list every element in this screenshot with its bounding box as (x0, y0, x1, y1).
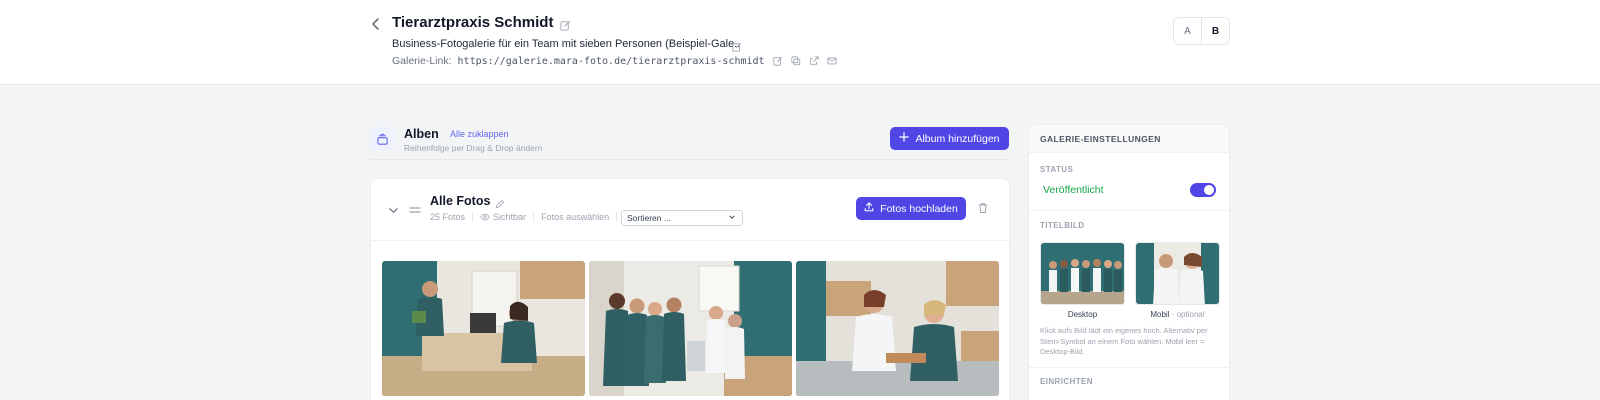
cover-desktop-thumbnail[interactable] (1040, 242, 1125, 305)
cover-mobile-thumbnail[interactable] (1135, 242, 1220, 305)
mail-link-icon[interactable] (826, 56, 837, 66)
drag-handle-icon[interactable] (409, 203, 421, 215)
album-meta: 25 Fotos Sichtbar Fotos auswählen (430, 212, 624, 222)
cover-mobile-optional: · optional (1171, 310, 1205, 319)
copy-link-icon[interactable] (790, 56, 801, 66)
upload-photos-button[interactable]: Fotos hochladen (856, 197, 966, 220)
gallery-settings-panel: GALERIE-EINSTELLUNGEN STATUS Veröffentli… (1028, 124, 1230, 400)
gallery-link-row: Galerie-Link: https://galerie.mara-foto.… (392, 55, 837, 67)
cover-mobile-label: Mobil (1150, 310, 1170, 319)
plus-icon (899, 132, 910, 145)
ab-version-toggle: A B (1173, 17, 1230, 45)
back-arrow-icon[interactable] (368, 16, 384, 32)
edit-album-name-icon[interactable] (495, 196, 505, 209)
publish-toggle[interactable] (1190, 183, 1216, 197)
gallery-link-url[interactable]: https://galerie.mara-foto.de/tierarztpra… (458, 56, 765, 67)
edit-subtitle-icon[interactable] (732, 39, 742, 52)
photo-thumbnail[interactable] (589, 261, 792, 396)
photo-grid (382, 261, 999, 396)
chevron-down-icon[interactable] (388, 203, 399, 214)
visibility-toggle[interactable]: Sichtbar (493, 212, 526, 222)
trash-icon[interactable] (977, 201, 989, 213)
photo-count: 25 Fotos (430, 212, 466, 222)
status-label: STATUS (1040, 165, 1074, 174)
edit-link-icon[interactable] (772, 56, 783, 66)
cover-hint: Klick aufs Bild lädt ein eigenes hoch. A… (1040, 326, 1208, 356)
albums-drag-hint: Reihenfolge per Drag & Drop ändern (404, 143, 543, 153)
photo-thumbnail[interactable] (796, 261, 999, 396)
edit-title-icon[interactable] (560, 18, 571, 31)
open-link-icon[interactable] (809, 56, 819, 66)
sort-select-value: Sortieren ... (627, 213, 671, 223)
add-album-label: Album hinzufügen (915, 132, 1000, 145)
settings-heading: GALERIE-EINSTELLUNGEN (1029, 125, 1229, 153)
cover-mobile-caption: Mobil · optional (1135, 310, 1220, 319)
version-b-button[interactable]: B (1201, 18, 1229, 44)
select-photos-link[interactable]: Fotos auswählen (541, 212, 609, 222)
photo-thumbnail[interactable] (382, 261, 585, 396)
upload-icon (864, 202, 874, 215)
version-a-button[interactable]: A (1174, 18, 1201, 44)
albums-title: Alben (404, 127, 439, 141)
gallery-subtitle: Business-Fotogalerie für ein Team mit si… (392, 38, 741, 50)
sort-select[interactable]: Sortieren ... (621, 210, 743, 226)
cover-desktop-caption: Desktop (1067, 310, 1098, 319)
status-value: Veröffentlicht (1043, 184, 1104, 196)
collapse-all-link[interactable]: Alle zuklappen (450, 129, 509, 139)
album-stack-icon (370, 127, 394, 151)
album-card: Alle Fotos 25 Fotos Sichtbar Fotos auswä… (370, 178, 1010, 400)
album-card-header: Alle Fotos 25 Fotos Sichtbar Fotos auswä… (371, 179, 1009, 241)
setup-label: EINRICHTEN (1040, 377, 1093, 386)
page-header: Tierarztpraxis Schmidt Business-Fotogale… (0, 0, 1600, 85)
cover-image-label: TITELBILD (1040, 221, 1085, 230)
upload-photos-label: Fotos hochladen (880, 202, 958, 215)
gallery-title: Tierarztpraxis Schmidt (392, 14, 554, 31)
album-name: Alle Fotos (430, 194, 491, 208)
add-album-button[interactable]: Album hinzufügen (890, 127, 1009, 150)
chevron-down-icon (728, 213, 736, 223)
gallery-link-label: Galerie-Link: (392, 55, 452, 67)
eye-icon (480, 212, 490, 222)
